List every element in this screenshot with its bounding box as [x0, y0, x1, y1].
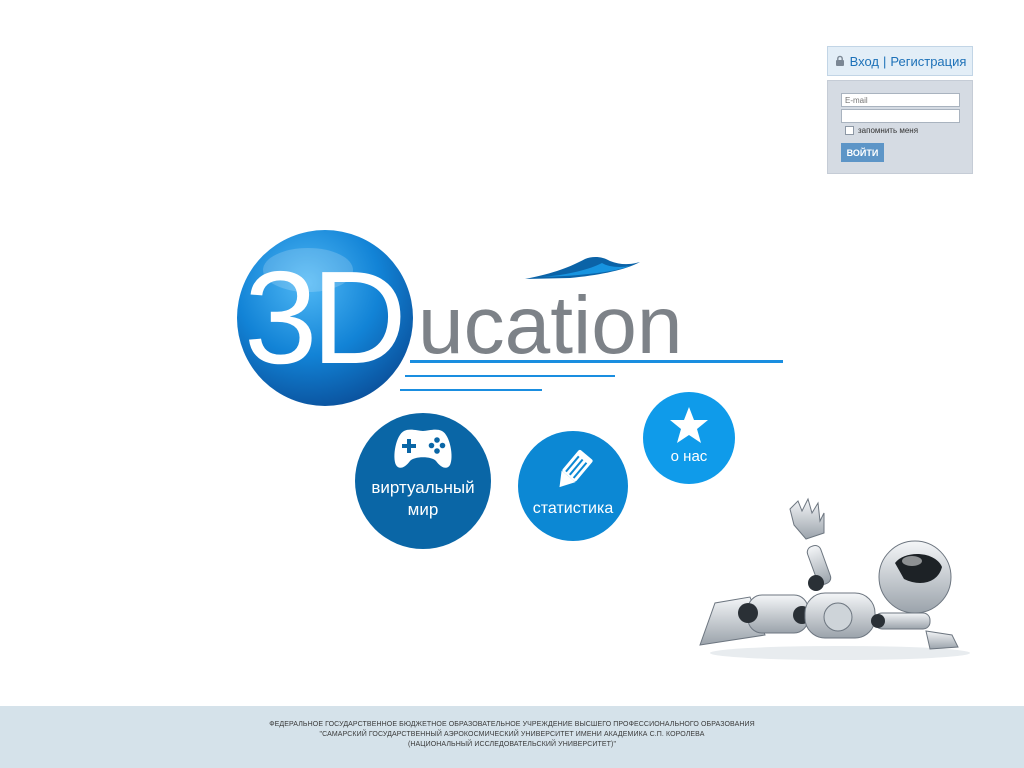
footer-line-2: "САМАРСКИЙ ГОСУДАРСТВЕННЫЙ АЭРОКОСМИЧЕСК…: [319, 731, 705, 738]
lock-icon: [835, 55, 844, 66]
auth-header: Вход | Регистрация: [827, 46, 973, 76]
statistics-button[interactable]: статистика: [518, 431, 628, 541]
gamepad-icon: [394, 429, 452, 468]
login-button[interactable]: ВОЙТИ: [841, 143, 884, 162]
virtual-world-button[interactable]: виртуальный мир: [355, 413, 491, 549]
site-logo: 3D ucation: [237, 230, 783, 406]
email-field[interactable]: [841, 93, 960, 107]
robot-illustration: [699, 497, 970, 660]
remember-label: запомнить меня: [858, 126, 919, 135]
remember-me[interactable]: запомнить меня: [845, 126, 918, 135]
pencil-icon: [559, 449, 593, 488]
password-field[interactable]: [841, 109, 960, 123]
logo-line: [405, 375, 615, 377]
about-button[interactable]: о нас: [643, 392, 735, 484]
login-form: запомнить меня ВОЙТИ: [827, 80, 973, 174]
statistics-label: статистика: [532, 500, 614, 517]
remember-checkbox[interactable]: [845, 126, 854, 135]
virtual-world-label: виртуальный мир: [371, 478, 475, 519]
auth-separator: |: [883, 53, 887, 69]
footer-line-1: ФЕДЕРАЛЬНОЕ ГОСУДАРСТВЕННОЕ БЮДЖЕТНОЕ ОБ…: [269, 721, 755, 728]
login-link[interactable]: Вход: [850, 54, 879, 69]
about-label: о нас: [670, 448, 708, 465]
star-icon: [670, 407, 708, 443]
footer: ФЕДЕРАЛЬНОЕ ГОСУДАРСТВЕННОЕ БЮДЖЕТНОЕ ОБ…: [0, 706, 1024, 768]
register-link[interactable]: Регистрация: [890, 54, 966, 69]
logo-line: [400, 389, 542, 391]
logo-suffix: ucation: [418, 280, 682, 371]
logo-prefix: 3D: [244, 244, 401, 391]
footer-line-3: (НАЦИОНАЛЬНЫЙ ИССЛЕДОВАТЕЛЬСКИЙ УНИВЕРСИ…: [407, 741, 617, 748]
